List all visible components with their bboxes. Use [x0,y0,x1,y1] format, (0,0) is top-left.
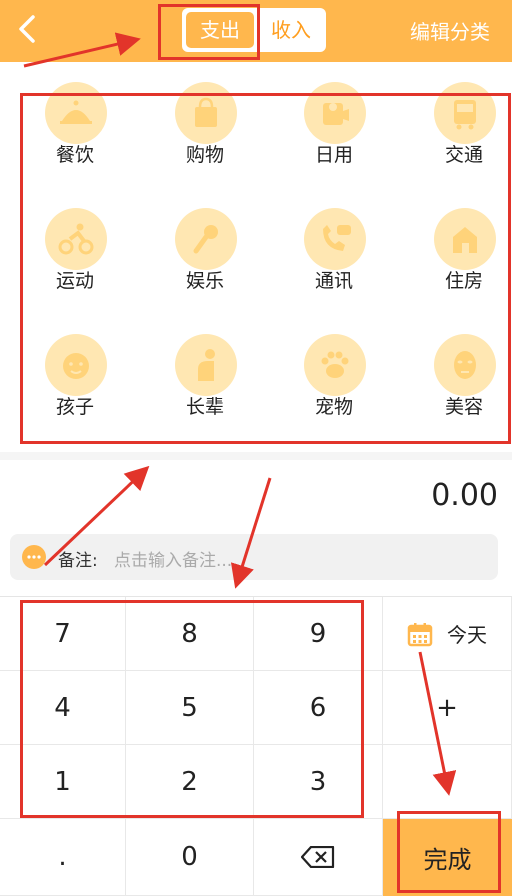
category-shopping[interactable]: 购物 [155,82,255,198]
category-label: 住房 [444,270,483,292]
tab-income[interactable]: 收入 [256,8,326,52]
top-bar: 支出 收入 编辑分类 [0,0,512,62]
house-icon [434,208,496,270]
key-0[interactable]: 0 [126,819,254,896]
chevron-left-icon [19,15,35,43]
amount-display: 0.00 [431,478,498,513]
key-9[interactable]: 9 [254,597,383,671]
microphone-icon [175,208,237,270]
key-dot[interactable]: . [0,819,126,896]
category-communication[interactable]: 通讯 [284,208,384,324]
cyclist-icon [45,208,107,270]
key-5[interactable]: 5 [126,671,254,745]
remark-placeholder: 点击输入备注... [114,551,233,571]
key-6[interactable]: 6 [254,671,383,745]
category-label: 孩子 [55,396,94,418]
category-grid: 餐饮 购物 日用 交通 运动 娱乐 通讯 住房 孩子 长辈 宠物 美容 [22,82,512,440]
category-housing[interactable]: 住房 [414,208,512,324]
tab-expense[interactable]: 支出 [186,12,254,48]
phone-icon [304,208,366,270]
category-label: 运动 [55,270,94,292]
category-entertainment[interactable]: 娱乐 [155,208,255,324]
key-7[interactable]: 7 [0,597,126,671]
category-beauty[interactable]: 美容 [414,334,512,450]
key-2[interactable]: 2 [126,745,254,819]
category-daily[interactable]: 日用 [284,82,384,198]
date-key[interactable]: 今天 [383,597,512,671]
chat-bubble-icon [22,545,46,569]
calendar-icon [407,622,433,646]
edit-categories-link[interactable]: 编辑分类 [410,16,490,45]
baby-icon [45,334,107,396]
tissue-roll-icon [304,82,366,144]
elder-icon [175,334,237,396]
category-label: 娱乐 [185,270,224,292]
section-divider [0,452,512,460]
key-4[interactable]: 4 [0,671,126,745]
plus-key[interactable]: + [383,671,512,745]
key-3[interactable]: 3 [254,745,383,819]
category-sports[interactable]: 运动 [25,208,125,324]
dish-icon [45,82,107,144]
back-button[interactable] [10,12,44,46]
key-8[interactable]: 8 [126,597,254,671]
keypad: 7 8 9 今天 4 5 6 + 1 2 3 . 0 完成 [0,596,512,896]
bus-icon [434,82,496,144]
backspace-key[interactable] [254,819,383,896]
remark-field[interactable]: 备注: 点击输入备注... [10,534,498,580]
shopping-bag-icon [175,82,237,144]
paw-icon [304,334,366,396]
date-label: 今天 [447,623,487,647]
category-pets[interactable]: 宠物 [284,334,384,450]
category-label: 日用 [314,144,353,166]
key-1[interactable]: 1 [0,745,126,819]
face-mask-icon [434,334,496,396]
blank-key [383,745,512,819]
category-label: 长辈 [185,396,224,418]
category-children[interactable]: 孩子 [25,334,125,450]
category-label: 美容 [444,396,483,418]
type-switch: 支出 收入 [182,8,326,52]
category-elders[interactable]: 长辈 [155,334,255,450]
category-label: 购物 [185,144,224,166]
backspace-icon [301,846,335,868]
category-transport[interactable]: 交通 [414,82,512,198]
category-dining[interactable]: 餐饮 [25,82,125,198]
category-label: 通讯 [314,270,353,292]
remark-label: 备注: [58,551,98,571]
category-label: 宠物 [314,396,353,418]
done-button[interactable]: 完成 [383,819,512,896]
category-label: 餐饮 [55,144,94,166]
category-label: 交通 [444,144,483,166]
